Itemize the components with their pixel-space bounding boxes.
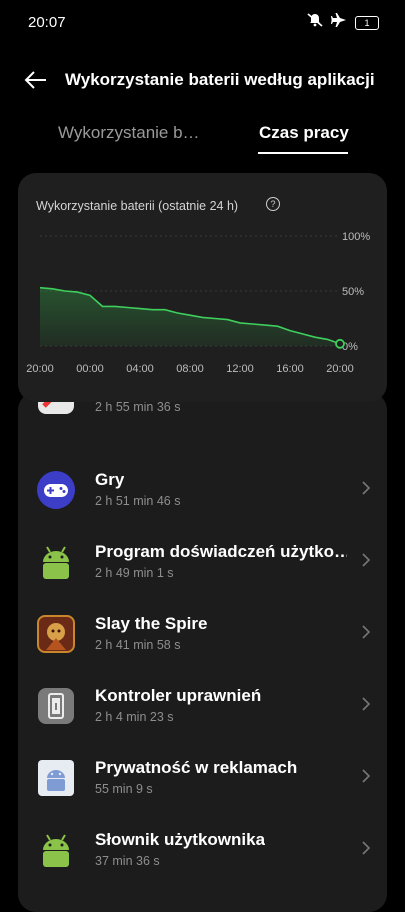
x-tick-label: 08:00 bbox=[176, 363, 204, 375]
chevron-right-icon bbox=[362, 625, 371, 639]
battery-indicator: 1 bbox=[355, 15, 379, 30]
battery-chart: 100%50%0%20:00 00:00 04:00 08:00 12:00 16:00 2… bbox=[26, 231, 370, 375]
android-icon bbox=[36, 830, 76, 870]
tab-bar: Wykorzystanie b… Czas pracy bbox=[0, 118, 405, 158]
page-title: Wykorzystanie baterii według aplikacji bbox=[65, 70, 375, 89]
mute-icon bbox=[307, 13, 323, 32]
chevron-right-icon bbox=[362, 841, 371, 855]
x-tick-label: 04:00 bbox=[126, 363, 154, 375]
app-list: 2 h 55 min 36 s Gry 2 h 51 min 46 s Prog… bbox=[18, 392, 387, 912]
ad-privacy-icon bbox=[36, 758, 76, 798]
chevron-right-icon bbox=[362, 481, 371, 495]
battery-chart-card: Wykorzystanie baterii (ostatnie 24 h) ? … bbox=[18, 173, 387, 402]
app-name: Słownik użytkownika bbox=[95, 830, 266, 849]
app-name: Prywatność w reklamach bbox=[95, 758, 298, 777]
current-level-dot bbox=[335, 338, 345, 349]
header: Wykorzystanie baterii według aplikacji bbox=[0, 62, 405, 98]
list-item[interactable]: Gry 2 h 51 min 46 s bbox=[18, 456, 387, 520]
app-time: 2 h 51 min 46 s bbox=[95, 494, 181, 508]
app-time: 55 min 9 s bbox=[95, 782, 153, 796]
chevron-right-icon bbox=[362, 553, 371, 567]
status-bar: 20:07 1 bbox=[0, 0, 405, 44]
x-tick-label: 20:00 bbox=[26, 363, 54, 375]
y-tick-label: 50% bbox=[342, 286, 364, 298]
chevron-right-icon bbox=[362, 769, 371, 783]
app-name: Slay the Spire bbox=[95, 614, 208, 633]
app-name: Program doświadczeń użytko… bbox=[95, 542, 347, 561]
y-tick-label: 100% bbox=[342, 231, 370, 243]
back-arrow-icon bbox=[24, 71, 46, 89]
x-tick-label: 00:00 bbox=[76, 363, 104, 375]
x-tick-label: 16:00 bbox=[276, 363, 304, 375]
app-name: Kontroler uprawnień bbox=[95, 686, 262, 705]
app-name: Gry bbox=[95, 470, 125, 489]
app-time: 2 h 4 min 23 s bbox=[95, 710, 174, 724]
app-time: 2 h 49 min 1 s bbox=[95, 566, 174, 580]
gamepad-icon bbox=[36, 470, 76, 510]
battery-area bbox=[40, 287, 340, 346]
list-item[interactable]: Prywatność w reklamach 55 min 9 s bbox=[18, 744, 387, 808]
permission-controller-icon bbox=[36, 686, 76, 726]
list-item[interactable]: Program doświadczeń użytko… 2 h 49 min 1… bbox=[18, 528, 387, 592]
app-time: 2 h 55 min 36 s bbox=[95, 400, 181, 414]
app-time: 37 min 36 s bbox=[95, 854, 160, 868]
x-tick-label: 12:00 bbox=[226, 363, 254, 375]
tab-running-time[interactable]: Czas pracy bbox=[259, 123, 349, 143]
android-icon bbox=[36, 542, 76, 582]
slay-the-spire-icon bbox=[36, 614, 76, 654]
back-button[interactable] bbox=[22, 66, 50, 94]
chevron-right-icon bbox=[362, 697, 371, 711]
list-item[interactable]: Kontroler uprawnień 2 h 4 min 23 s bbox=[18, 672, 387, 736]
status-time: 20:07 bbox=[28, 14, 66, 31]
tab-battery-usage[interactable]: Wykorzystanie b… bbox=[58, 123, 200, 143]
airplane-icon bbox=[331, 13, 347, 32]
app-time: 2 h 41 min 58 s bbox=[95, 638, 181, 652]
x-tick-label: 20:00 bbox=[326, 363, 354, 375]
active-tab-indicator bbox=[258, 152, 348, 154]
list-item[interactable]: Słownik użytkownika 37 min 36 s bbox=[18, 816, 387, 880]
list-item[interactable]: Slay the Spire 2 h 41 min 58 s bbox=[18, 600, 387, 664]
